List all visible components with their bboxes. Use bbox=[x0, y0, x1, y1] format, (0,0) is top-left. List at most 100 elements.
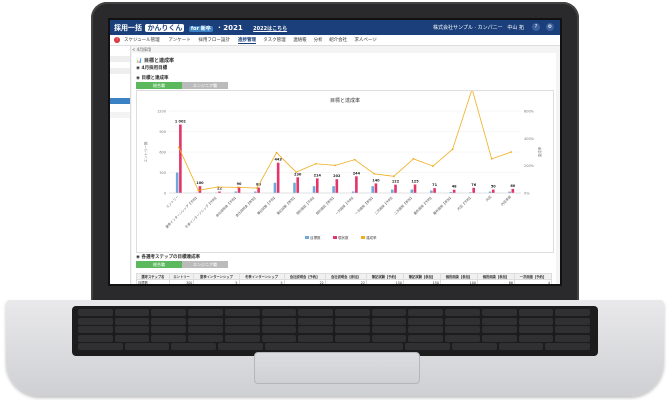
table-cell: 4 bbox=[513, 279, 553, 284]
keyboard-key bbox=[335, 334, 370, 342]
keyboard-key bbox=[555, 309, 590, 316]
keyboard-key bbox=[78, 334, 113, 342]
keyboard-key bbox=[545, 343, 590, 351]
section-title-2-text: 各選考ステップの目標達成率 bbox=[141, 255, 201, 260]
rate-point bbox=[392, 175, 395, 178]
bar-current bbox=[335, 179, 339, 193]
legend-swatch bbox=[305, 236, 309, 239]
nav-item[interactable]: 連絡帳 bbox=[293, 37, 307, 43]
keyboard-key bbox=[518, 326, 554, 334]
table-header-cell: 個別面談【参加】 bbox=[439, 273, 478, 280]
touchpad[interactable] bbox=[254, 352, 420, 384]
table-header-cell: 筆記試験【参加】 bbox=[402, 273, 441, 280]
nav-item[interactable]: 求人ページ bbox=[354, 37, 376, 43]
x-tick-label: 二次面接【予約】 bbox=[373, 194, 395, 216]
nav-item[interactable]: 分析 bbox=[314, 37, 323, 43]
keyboard-key bbox=[298, 334, 333, 342]
bar-target bbox=[312, 186, 316, 193]
y-tick-label: 0 bbox=[164, 192, 166, 196]
tab-general-2[interactable]: 総合職 bbox=[136, 261, 182, 268]
table-header-cell: 筆記試験【予約】 bbox=[365, 273, 404, 280]
keyboard-key bbox=[188, 317, 223, 325]
sidebar-item[interactable] bbox=[110, 112, 130, 118]
bar-value-label: 443 bbox=[274, 158, 282, 162]
sidebar-item[interactable] bbox=[110, 68, 130, 74]
keyboard-key bbox=[78, 326, 113, 334]
rate-point bbox=[275, 151, 278, 154]
y2-tick-label: 0% bbox=[524, 192, 530, 196]
page-subtitle-text: 4月採用目標 bbox=[141, 66, 168, 71]
nav-item[interactable]: タスク管理 bbox=[263, 37, 286, 43]
company-user[interactable]: 株式会社サンプル · カンパニー 中山 拓 bbox=[433, 24, 524, 31]
bar-value-label: 76 bbox=[471, 183, 476, 187]
y-tick-label: 900 bbox=[159, 130, 166, 134]
user-name: 中山 拓 bbox=[507, 25, 524, 31]
nav-item[interactable]: 採用フロー設計 bbox=[198, 37, 230, 43]
page-title: 📊 目標と達成率 bbox=[136, 58, 174, 64]
bar-current bbox=[296, 177, 300, 193]
bar-current bbox=[491, 189, 495, 193]
keyboard-key bbox=[481, 334, 517, 342]
chart-title: 目標と達成率 bbox=[330, 97, 360, 104]
keyboard-key bbox=[224, 326, 260, 334]
keyboard-key bbox=[151, 334, 187, 342]
bar-value-label: 122 bbox=[392, 180, 400, 184]
keyboard-key bbox=[188, 326, 223, 334]
keyboard-key bbox=[264, 343, 404, 351]
x-tick-label: 最終面接【参加】 bbox=[432, 194, 454, 216]
keyboard-key bbox=[518, 317, 554, 325]
nav-item[interactable]: 紹介会社 bbox=[329, 37, 347, 43]
app-logo[interactable]: かんりくん bbox=[145, 24, 185, 32]
help-icon[interactable]: ? bbox=[532, 23, 540, 31]
keyboard-key bbox=[555, 317, 590, 325]
sidebar bbox=[110, 46, 131, 284]
bar-current bbox=[413, 184, 417, 193]
table-header-cell: 一次面接【予約】 bbox=[513, 273, 553, 280]
keyboard-key bbox=[171, 343, 217, 351]
nav-item[interactable]: 進捗管理 bbox=[238, 37, 256, 44]
alert-icon[interactable]: ! bbox=[114, 37, 120, 43]
x-tick-label: 内定【予約】 bbox=[456, 194, 473, 211]
tab-engineer[interactable]: エンジニア職 bbox=[182, 82, 228, 89]
keyboard-key bbox=[78, 343, 123, 351]
rate-point bbox=[334, 164, 337, 167]
bar-value-label: 244 bbox=[353, 171, 361, 175]
nav-item[interactable]: アンケート bbox=[168, 37, 190, 43]
keyboard-key bbox=[151, 317, 187, 325]
keyboard-key bbox=[261, 326, 297, 334]
tab-general[interactable]: 総合職 bbox=[136, 82, 182, 89]
nav-item[interactable]: スケジュール管理 bbox=[124, 37, 160, 43]
bar-value-label: 1 002 bbox=[175, 120, 187, 124]
bar-value-label: 48 bbox=[452, 185, 457, 189]
table-header-cell: 会社説明会【予約】 bbox=[283, 273, 326, 280]
keyboard-key bbox=[188, 334, 223, 342]
table-header-cell: 冬季インターンシップ bbox=[238, 273, 285, 280]
table-cell: 5 bbox=[238, 279, 285, 284]
settings-gear-icon[interactable]: ⚙ bbox=[546, 23, 554, 31]
keyboard-key bbox=[445, 309, 480, 316]
keyboard-key bbox=[224, 309, 260, 316]
tab-engineer-2[interactable]: エンジニア職 bbox=[182, 261, 228, 268]
main-nav: ! スケジュール管理 アンケート 採用フロー設計 進捗管理 タスク管理 連絡帳 分析 紹介会社… bbox=[110, 35, 560, 46]
page-title-text: 目標と達成率 bbox=[143, 58, 174, 64]
table-header-cell: 夏季インターンシップ bbox=[193, 273, 240, 280]
bar-value-label: 214 bbox=[314, 173, 322, 177]
sidebar-item[interactable] bbox=[110, 56, 130, 62]
keyboard-key bbox=[518, 309, 554, 316]
bar-current bbox=[315, 178, 319, 193]
table-cell: 5 bbox=[193, 279, 240, 284]
keyboard-key bbox=[445, 334, 480, 342]
keyboard-key bbox=[405, 343, 450, 351]
bar-value-label: 50 bbox=[491, 185, 496, 189]
bar-current bbox=[511, 188, 515, 193]
rate-point bbox=[295, 171, 298, 173]
x-tick-label: 一次面接【予約】 bbox=[334, 194, 356, 216]
bar-value-label: 125 bbox=[411, 179, 419, 183]
table-cell: 100 bbox=[439, 279, 478, 284]
sidebar-item-active[interactable] bbox=[110, 98, 130, 104]
keyboard-key bbox=[114, 309, 150, 316]
y2-tick-label: 600% bbox=[524, 110, 535, 114]
x-tick-label: 筆記試験【参加】 bbox=[275, 194, 297, 216]
year-switch-link[interactable]: 2022はこちら bbox=[253, 26, 287, 32]
rate-point bbox=[197, 189, 200, 192]
